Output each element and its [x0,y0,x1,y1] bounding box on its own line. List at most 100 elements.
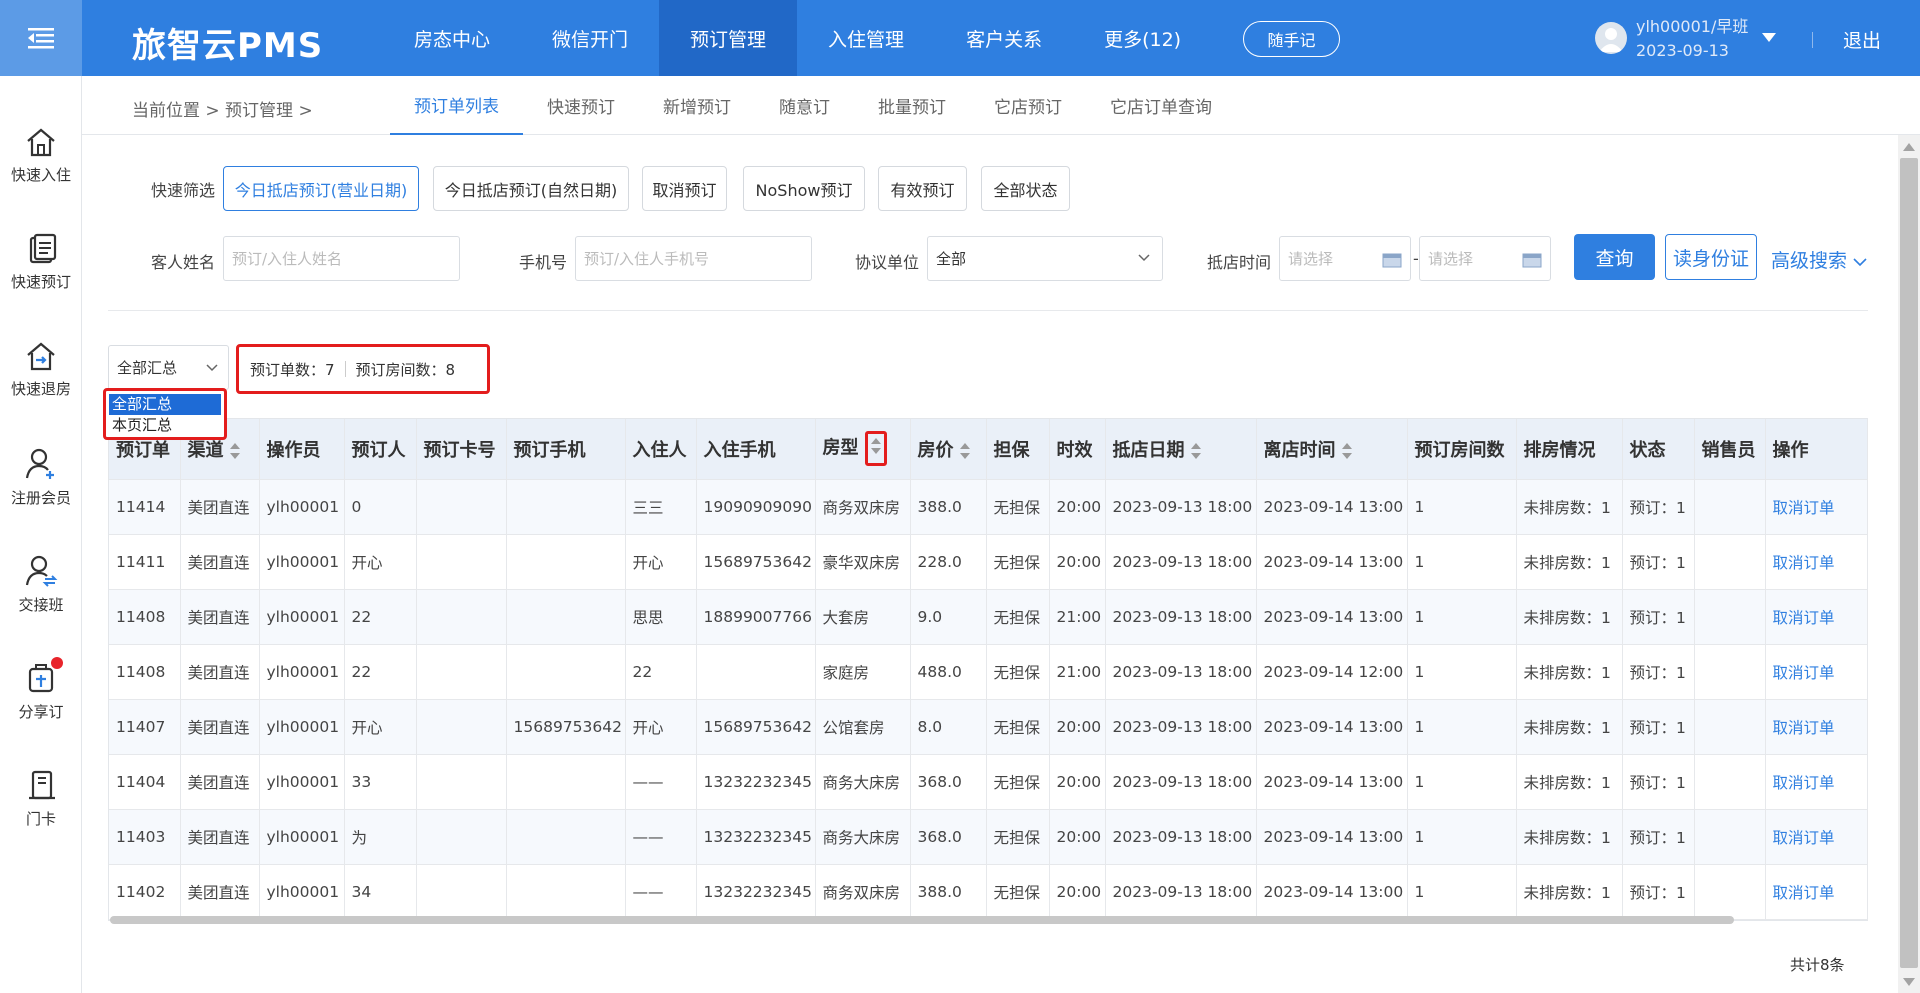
filter-cancelled[interactable]: 取消预订 [642,166,727,211]
table-cell: 20:00 [1049,864,1106,920]
arrival-end-date-input[interactable]: 请选择 [1419,236,1551,281]
summary-scope-select[interactable]: 全部汇总 [108,345,229,390]
table-cell: 2023-09-14 13:00 [1256,699,1408,755]
filter-noshow[interactable]: NoShow预订 [743,166,865,211]
advanced-search-label: 高级搜索 [1771,250,1848,272]
sidebar-item-label: 快速退房 [10,380,71,398]
tab-other-store-booking[interactable]: 它店预订 [970,76,1086,135]
sort-icon[interactable] [229,442,240,459]
read-id-card-button[interactable]: 读身份证 [1665,234,1757,280]
scrollbar-thumb[interactable] [1900,158,1918,968]
quick-note-button[interactable]: 随手记 [1243,21,1340,57]
tab-other-store-order-query[interactable]: 它店订单查询 [1086,76,1236,135]
arrival-start-date-input[interactable]: 请选择 [1279,236,1411,281]
document-icon [29,233,57,264]
nav-room-status[interactable]: 房态中心 [383,0,521,76]
menu-toggle-button[interactable] [0,0,82,76]
cancel-order-link[interactable]: 取消订单 [1765,809,1868,865]
guest-name-input[interactable]: 预订/入住人姓名 [223,236,460,281]
tab-free-booking[interactable]: 随意订 [755,76,854,135]
table-cell: 无担保 [986,809,1050,865]
caret-down-icon[interactable] [1762,33,1776,42]
nav-wechat-door[interactable]: 微信开门 [521,0,659,76]
table-cell [416,864,507,920]
dropdown-option-all-summary[interactable]: 全部汇总 [109,394,221,415]
tab-quick-booking[interactable]: 快速预订 [523,76,639,135]
table-cell: 20:00 [1049,699,1106,755]
cancel-order-link[interactable]: 取消订单 [1765,864,1868,920]
table-row[interactable]: 11408 美团直连 ylh00001 22 22 家庭房 488.0 无担保 21:00 202… [109,644,1868,700]
sidebar-item-share-booking[interactable]: 分享订 [0,651,82,751]
filter-today-arrival-natural[interactable]: 今日抵店预订(自然日期) [433,166,629,211]
table-row[interactable]: 11404 美团直连 ylh00001 33 —— 13232232345 商务大床房 368… [109,754,1868,810]
sidebar-item-shift-handover[interactable]: 交接班 [0,544,82,644]
table-cell: —— [625,809,697,865]
cancel-order-link[interactable]: 取消订单 [1765,754,1868,810]
scroll-up-arrow-icon[interactable] [1903,143,1915,151]
tab-new-booking[interactable]: 新增预订 [639,76,755,135]
filter-today-arrival-business[interactable]: 今日抵店预订(营业日期) [223,166,419,211]
table-cell: 2023-09-14 13:00 [1256,479,1408,535]
table-cell: 2023-09-13 18:00 [1105,589,1257,645]
table-row[interactable]: 11402 美团直连 ylh00001 34 —— 13232232345 商务双床房 388… [109,864,1868,920]
table-cell [1694,864,1766,920]
sidebar-item-register-member[interactable]: 注册会员 [0,437,82,537]
column-header[interactable]: 房型 [815,419,911,480]
sort-icon[interactable] [1190,442,1201,459]
horizontal-scrollbar[interactable] [110,916,1734,924]
tab-booking-list[interactable]: 预订单列表 [390,76,523,135]
card-icon [29,770,55,800]
room-count: 预订房间数：8 [355,360,456,379]
table-cell: 美团直连 [180,864,260,920]
query-button[interactable]: 查询 [1574,234,1655,280]
column-header[interactable]: 房价 [910,419,987,480]
table-row[interactable]: 11407 美团直连 ylh00001 开心 15689753642 开心 15689753… [109,699,1868,755]
table-cell [506,864,626,920]
room-type-sort-highlight[interactable] [864,431,887,467]
table-cell: 1 [1407,589,1517,645]
filter-valid[interactable]: 有效预订 [878,166,967,211]
nav-checkin-management[interactable]: 入住管理 [797,0,935,76]
table-cell: 388.0 [910,864,987,920]
sort-icon[interactable] [870,438,881,455]
sort-icon[interactable] [1341,442,1352,459]
table-cell [506,809,626,865]
agreement-unit-select[interactable]: 全部 [927,236,1163,281]
filter-all-status[interactable]: 全部状态 [981,166,1070,211]
sidebar-item-door-card[interactable]: 门卡 [0,758,82,858]
sidebar-item-quick-booking[interactable]: 快速预订 [0,223,82,323]
table-row[interactable]: 11414 美团直连 ylh00001 0 三三 19090909090 商务双床房 388.… [109,479,1868,535]
sort-icon[interactable] [959,442,970,459]
table-row[interactable]: 11411 美团直连 ylh00001 开心 开心 15689753642 豪华双床房 228… [109,534,1868,590]
table-cell: 未排房数：1 [1516,864,1623,920]
dropdown-option-page-summary[interactable]: 本页汇总 [109,415,221,436]
nav-customer-relations[interactable]: 客户关系 [935,0,1073,76]
table-row[interactable]: 11403 美团直连 ylh00001 为 —— 13232232345 商务大床房 368.… [109,809,1868,865]
phone-input[interactable]: 预订/入住人手机号 [575,236,812,281]
nav-more[interactable]: 更多(12) [1073,0,1212,76]
cancel-order-link[interactable]: 取消订单 [1765,644,1868,700]
table-cell: 美团直连 [180,479,260,535]
nav-booking-management[interactable]: 预订管理 [659,0,798,76]
avatar[interactable] [1595,22,1627,54]
table-cell: ylh00001 [259,534,345,590]
advanced-search-link[interactable]: 高级搜索 [1771,246,1867,273]
cancel-order-link[interactable]: 取消订单 [1765,534,1868,590]
scroll-down-arrow-icon[interactable] [1903,978,1915,986]
table-row[interactable]: 11408 美团直连 ylh00001 22 思思 18899007766 大套房 9.0 无担… [109,589,1868,645]
tab-batch-booking[interactable]: 批量预订 [854,76,970,135]
calendar-icon [1382,253,1402,268]
cancel-order-link[interactable]: 取消订单 [1765,699,1868,755]
cancel-order-link[interactable]: 取消订单 [1765,589,1868,645]
cancel-order-link[interactable]: 取消订单 [1765,479,1868,535]
sidebar-item-quick-checkout[interactable]: 快速退房 [0,330,82,430]
sidebar-item-quick-checkin[interactable]: 快速入住 [0,116,82,216]
column-header[interactable]: 抵店日期 [1105,419,1257,480]
table-cell: 2023-09-13 18:00 [1105,699,1257,755]
column-header[interactable]: 离店时间 [1256,419,1408,480]
logout-button[interactable]: 退出 [1843,26,1881,53]
table-cell: 预订：1 [1622,809,1695,865]
table-cell: 预订：1 [1622,864,1695,920]
quick-filter-label: 快速筛选 [151,181,216,200]
house-exit-icon [27,342,55,371]
